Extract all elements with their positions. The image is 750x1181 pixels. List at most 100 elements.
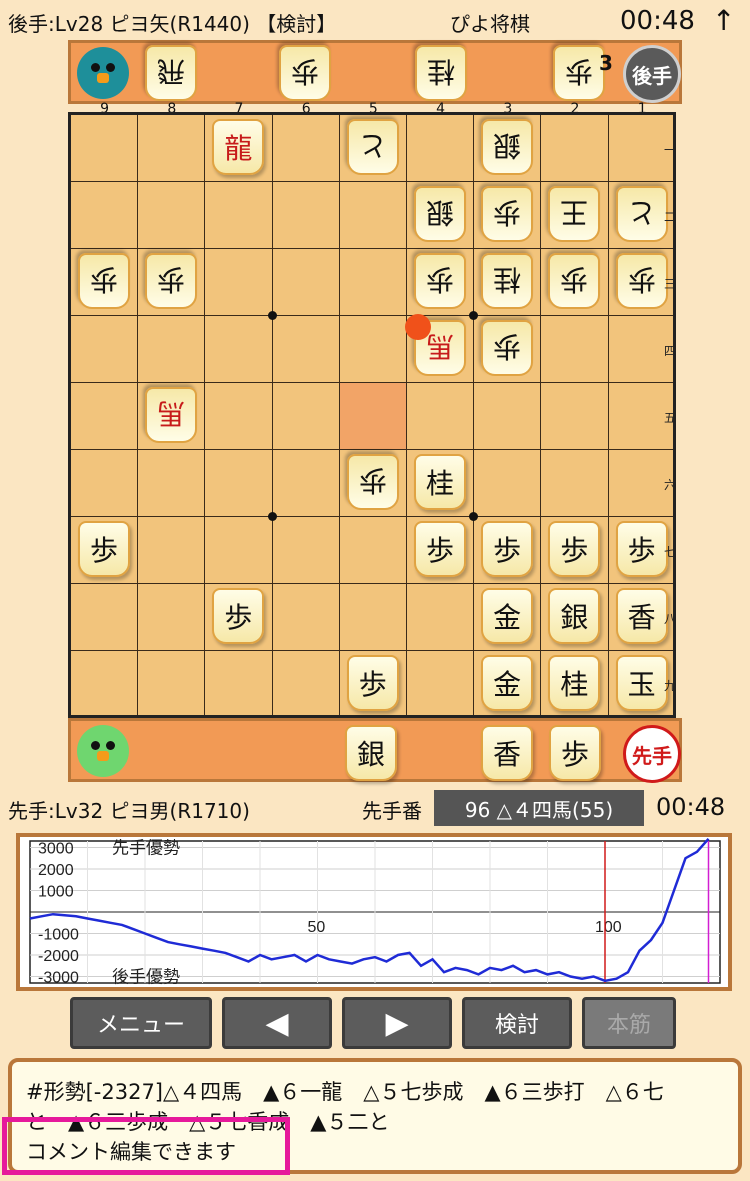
edit-hint-highlight [2,1117,290,1175]
board-gridline [473,115,475,715]
board-piece-sente[interactable]: 歩 [212,588,265,644]
board-piece-sente[interactable]: 金 [481,588,534,644]
board-piece-gote[interactable]: 馬 [145,387,198,443]
bird-eye [91,741,100,750]
bird-eye [91,63,100,72]
gote-hand-knight[interactable]: 桂 [415,45,467,101]
moved-piece-marker [405,314,431,340]
y-tick-label: 3000 [38,840,74,857]
turn-indicator: 先手番 [362,799,422,823]
board-piece-gote[interactable]: 歩 [346,454,399,510]
y-tick-label: 2000 [38,862,74,879]
gote-piece-stand: 飛 歩 桂 歩 3 後手 [68,40,682,104]
board-piece-sente[interactable]: 龍 [212,119,265,175]
board-piece-gote[interactable]: 歩 [145,253,198,309]
board-piece-gote[interactable]: と [615,186,668,242]
board-piece-sente[interactable]: 金 [481,655,534,711]
game-title: 後手:Lv28 ピヨ矢(R1440) 【検討】 [8,12,337,36]
gote-hand-rook[interactable]: 飛 [145,45,197,101]
board-gridline [71,516,673,517]
board-piece-sente[interactable]: 玉 [615,655,668,711]
board-piece-sente[interactable]: 歩 [481,521,534,577]
board-piece-sente[interactable]: 桂 [548,655,601,711]
rank-label: 一 [664,143,677,157]
x-tick-label: 100 [595,919,622,936]
board-star-point [267,311,277,320]
board-gridline [271,115,273,715]
sente-piece-stand: 銀 香 歩 先手 [68,718,682,783]
gote-hand-pawn[interactable]: 歩 [553,45,605,101]
rank-label: 六 [664,478,677,492]
board-gridline [607,115,609,715]
rank-label: 七 [664,545,677,559]
bird-eye [106,741,115,750]
board-gridline [71,449,673,450]
analysis-button[interactable]: 検討 [462,997,572,1049]
board-piece-gote[interactable]: 歩 [548,253,601,309]
evaluation-chart-svg: 3000 2000 1000 -1000 -2000 -3000 50 100 先手優勢後手優勢 [29,837,721,988]
board-gridline [71,583,673,584]
sente-hand-silver[interactable]: 銀 [345,725,397,781]
board-gridline [71,650,673,651]
board-piece-gote[interactable]: 王 [548,186,601,242]
y-tick-label: 1000 [38,883,74,900]
gote-hand-pawn[interactable]: 歩 [279,45,331,101]
bird-beak [97,751,109,761]
board-piece-sente[interactable]: 歩 [548,521,601,577]
board-gridline [406,115,407,715]
evaluation-graph[interactable]: 3000 2000 1000 -1000 -2000 -3000 50 100 先手優勢後手優勢 [16,833,732,991]
rank-label: 四 [664,344,677,358]
board-piece-gote[interactable]: 歩 [481,320,534,376]
arrow-right-icon[interactable]: ▶ [342,997,452,1049]
x-tick-label: 50 [308,919,326,936]
bird-eye [106,63,115,72]
mainline-button: 本筋 [582,997,676,1049]
gote-bird-avatar [77,47,129,99]
board-star-point [469,311,479,320]
sente-hand-lance[interactable]: 香 [481,725,533,781]
board-piece-sente[interactable]: 香 [615,588,668,644]
board-gridline [204,115,206,715]
board-piece-sente[interactable]: 歩 [414,521,466,577]
board-gridline [71,248,673,249]
board-piece-sente[interactable]: 歩 [78,521,130,577]
shogi-board[interactable]: 龍と銀銀歩王と歩歩歩桂歩歩馬歩馬歩桂歩歩歩歩歩歩金銀香歩金桂玉 [68,112,676,718]
rank-label: 二 [664,210,677,224]
board-star-point [469,512,479,521]
rank-label: 八 [664,612,677,626]
gote-advantage-label: 後手優勢 [112,968,180,987]
board-piece-sente[interactable]: 銀 [548,588,601,644]
sente-bird-avatar [77,725,129,777]
board-piece-gote[interactable]: 歩 [78,253,130,309]
last-move-highlight [339,383,406,449]
hand-count: 3 [599,51,613,75]
board-piece-gote[interactable]: 銀 [481,119,534,175]
comment-line: #形勢[-2327]△４四馬 ▲６一龍 △５七歩成 ▲６三歩打 △６七 [26,1080,664,1104]
menu-button[interactable]: メニュー [70,997,212,1049]
board-gridline [137,115,139,715]
bottom-clock: 00:48 [656,793,726,821]
rank-label: 五 [664,411,677,425]
board-piece-sente[interactable]: 歩 [346,655,399,711]
bird-beak [97,73,109,83]
board-piece-gote[interactable]: 歩 [481,186,534,242]
rank-label: 九 [664,679,677,693]
rank-label: 三 [664,277,677,291]
sente-hand-pawn[interactable]: 歩 [549,725,601,781]
board-piece-gote[interactable]: 銀 [414,186,466,242]
up-arrow-icon[interactable]: ↑ [712,4,735,37]
board-piece-gote[interactable]: と [346,119,399,175]
y-tick-label: -2000 [38,948,79,965]
board-piece-sente[interactable]: 桂 [414,454,466,510]
y-tick-label: -3000 [38,970,79,987]
y-tick-label: -1000 [38,927,79,944]
current-move[interactable]: 96 △４四馬(55) [434,790,644,826]
board-piece-gote[interactable]: 桂 [481,253,534,309]
board-gridline [71,315,673,316]
board-gridline [71,181,673,182]
sente-advantage-label: 先手優勢 [112,838,180,858]
board-piece-gote[interactable]: 歩 [615,253,668,309]
board-piece-gote[interactable]: 歩 [414,253,466,309]
arrow-left-icon[interactable]: ◀ [222,997,332,1049]
board-piece-sente[interactable]: 歩 [615,521,668,577]
